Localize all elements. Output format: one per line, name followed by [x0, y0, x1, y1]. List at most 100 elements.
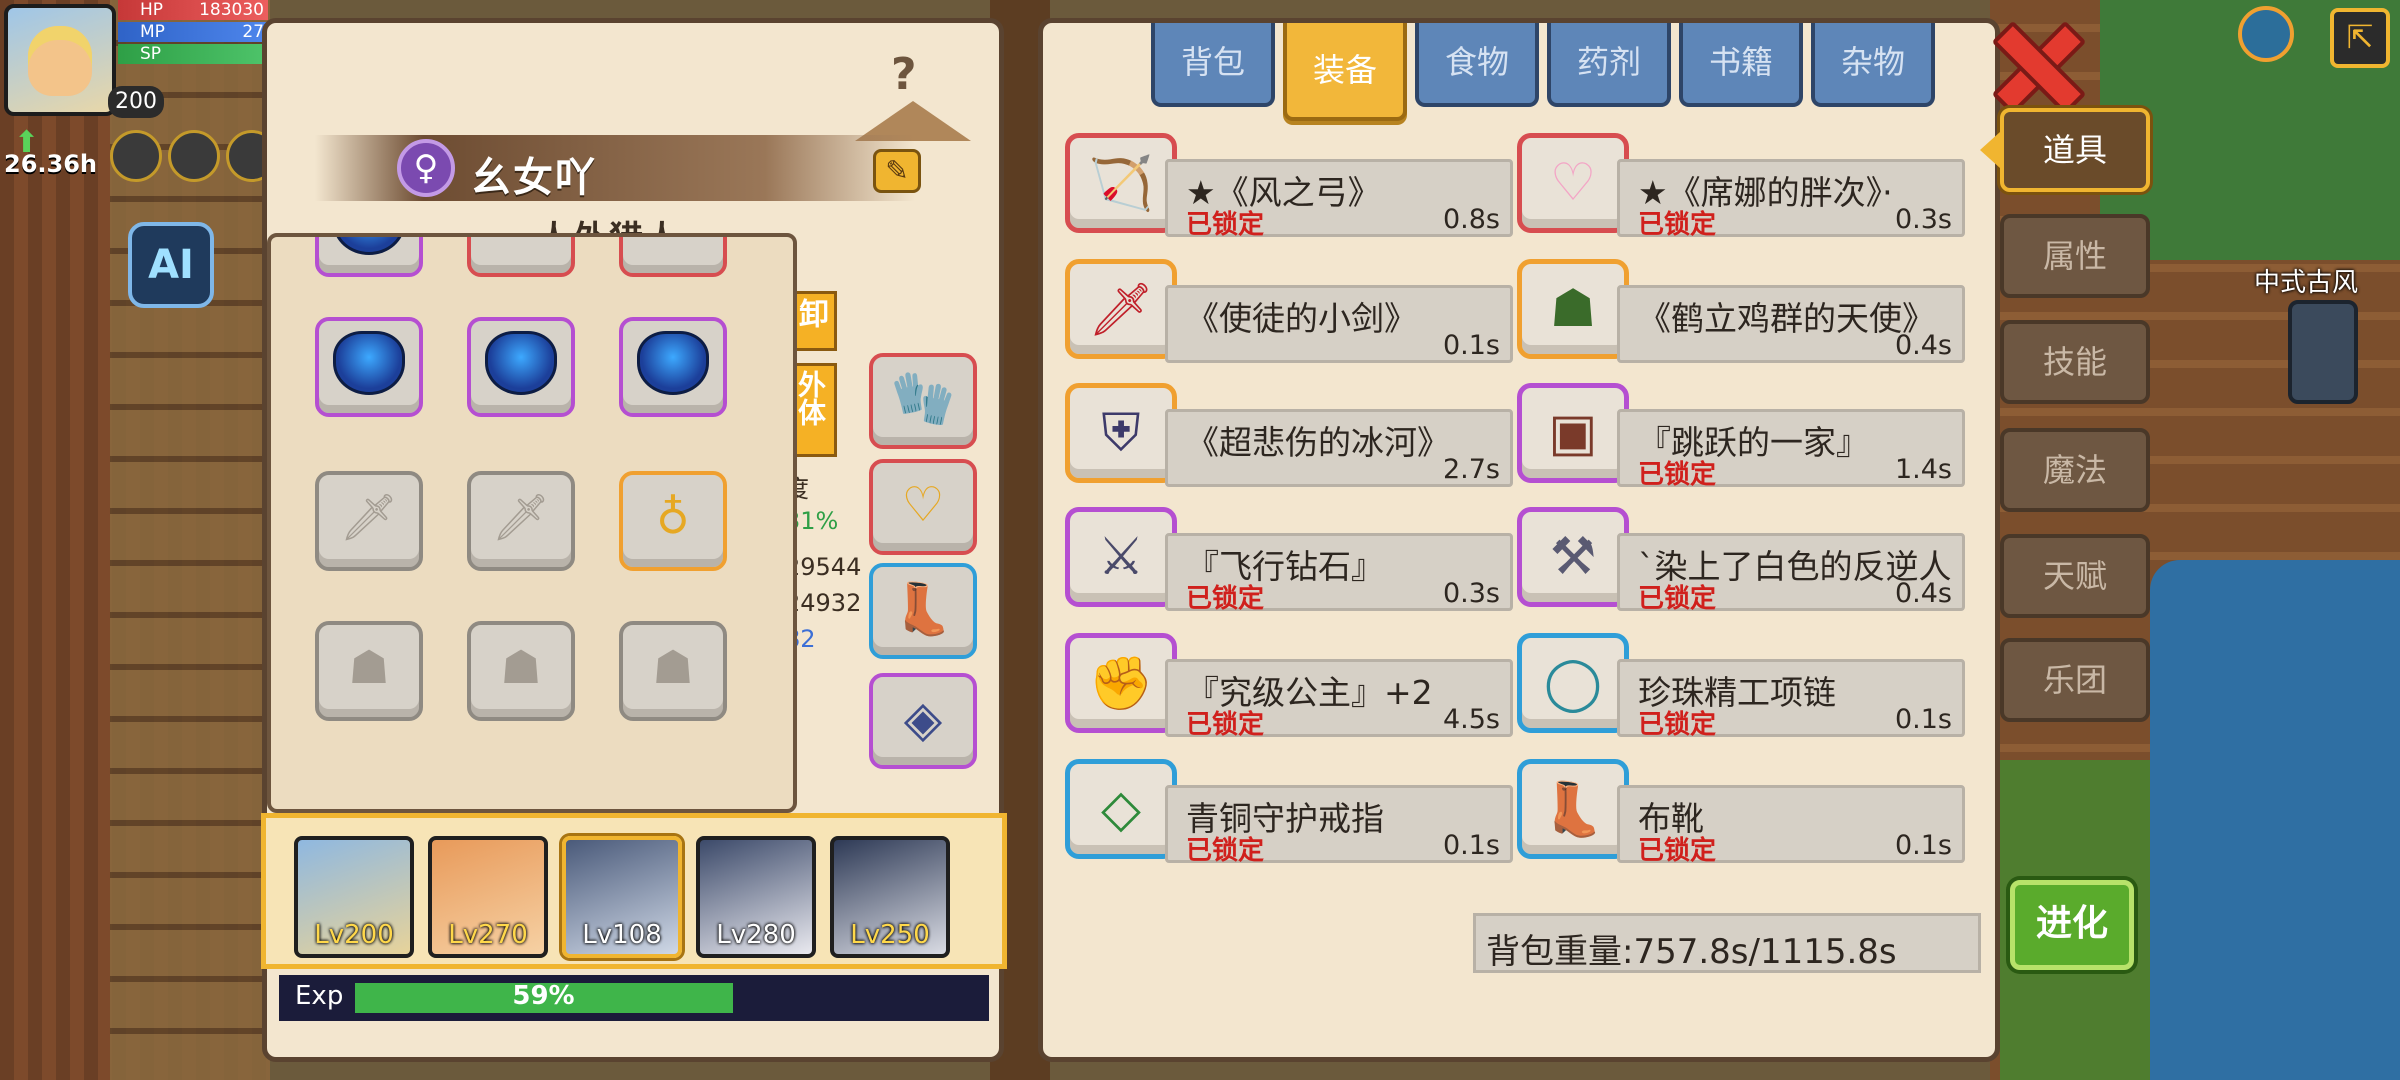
axe-icon: ⚒: [1517, 507, 1629, 607]
backpack-weight-text: 背包重量:757.8s/1115.8s: [1486, 932, 1897, 972]
helmet-icon: ☗: [1517, 259, 1629, 359]
item-plate: 《使徒的小剑》 0.1s: [1165, 285, 1513, 363]
armor-icon: [637, 237, 709, 255]
tab-potion[interactable]: 药剂: [1547, 23, 1671, 107]
list-item[interactable]: ♡ ★《席娜的胖次》· 已锁定 0.3s: [1517, 133, 1965, 249]
evolve-button[interactable]: 进化: [2010, 880, 2134, 970]
tab-books[interactable]: 书籍: [1679, 23, 1803, 107]
item-plate: 『跳跃的一家』 已锁定 1.4s: [1617, 409, 1965, 490]
spear-icon: ⚔: [1065, 507, 1177, 607]
armor-icon: [485, 237, 557, 255]
party-member-level: Lv200: [314, 920, 394, 950]
ring-icon: ◈: [903, 690, 943, 748]
shield-icon: [637, 331, 709, 395]
helmet-placeholder-icon: ☗: [500, 640, 542, 694]
player-stat-bars: HP 183030 MP 27 SP: [118, 0, 268, 66]
side-tab-magic[interactable]: 魔法: [2000, 428, 2150, 512]
party-member-1[interactable]: Lv200: [294, 836, 414, 958]
side-tab-band[interactable]: 乐团: [2000, 638, 2150, 722]
dagger-icon: 🗡: [1065, 259, 1177, 359]
inventory-item-list[interactable]: 🏹 ★《风之弓》 已锁定 0.8s ♡ ★《席娜的胖次》· 已锁定 0.3s 🗡…: [1065, 133, 1985, 913]
bow-icon: 🏹: [1065, 133, 1177, 233]
list-item[interactable]: ⚒ `染上了白色的反逆人 已锁定 0.4s: [1517, 507, 1965, 623]
shield-icon: [485, 331, 557, 395]
player-portrait[interactable]: [4, 4, 116, 116]
equip-slot[interactable]: [619, 317, 727, 417]
equip-slot[interactable]: [619, 237, 727, 277]
list-item[interactable]: 👢 布靴 已锁定 0.1s: [1517, 759, 1965, 875]
helmet-placeholder-icon: ☗: [348, 640, 390, 694]
camera-icon[interactable]: [168, 130, 220, 182]
equip-slot-amulet[interactable]: ♡: [869, 459, 977, 555]
side-tab-attributes[interactable]: 属性: [2000, 214, 2150, 298]
equip-slot[interactable]: [467, 237, 575, 277]
equip-slot-empty[interactable]: ☗: [619, 621, 727, 721]
water-area: [2150, 560, 2400, 1080]
item-weight: 0.8s: [1442, 204, 1500, 235]
item-weight: 0.1s: [1442, 830, 1500, 861]
item-weight: 1.4s: [1894, 454, 1952, 485]
equip-slot[interactable]: [315, 317, 423, 417]
item-locked-status: 已锁定: [1638, 710, 1717, 740]
phone-icon[interactable]: [2288, 300, 2358, 404]
equip-slot-empty[interactable]: ☗: [315, 621, 423, 721]
character-panel: ? ♀ 幺女吖 ✎ 人外猎人 卸 外体 度 31% 29544 24932 82…: [261, 18, 1007, 1062]
tab-misc[interactable]: 杂物: [1811, 23, 1935, 107]
item-locked-status: 已锁定: [1186, 584, 1265, 614]
hp-value: 183030: [199, 0, 264, 20]
party-member-5[interactable]: Lv250: [830, 836, 950, 958]
side-tab-talent[interactable]: 天赋: [2000, 534, 2150, 618]
party-member-2[interactable]: Lv270: [428, 836, 548, 958]
equip-slot-glove[interactable]: 🧤: [869, 353, 977, 449]
rename-edit-button[interactable]: ✎: [873, 149, 921, 193]
party-member-3[interactable]: Lv108: [562, 836, 682, 958]
side-tab-skills[interactable]: 技能: [2000, 320, 2150, 404]
gauntlet-icon: ✊: [1065, 633, 1177, 733]
equip-slot-empty[interactable]: 🗡: [315, 471, 423, 571]
tab-backpack[interactable]: 背包: [1151, 23, 1275, 107]
equip-slot[interactable]: [467, 317, 575, 417]
buff-icons: [110, 130, 278, 182]
list-item[interactable]: 🗡 《使徒的小剑》 0.1s: [1065, 259, 1513, 375]
item-locked-status: 已锁定: [1638, 584, 1717, 614]
buff-s-icon[interactable]: [110, 130, 162, 182]
equip-slot[interactable]: ♁: [619, 471, 727, 571]
glove-icon: 🧤: [890, 369, 956, 429]
boots-icon: 👢: [891, 580, 955, 638]
list-item[interactable]: 🏹 ★《风之弓》 已锁定 0.8s: [1065, 133, 1513, 249]
list-item[interactable]: ⛨ 《超悲伤的冰河》 2.7s: [1065, 383, 1513, 499]
party-member-4[interactable]: Lv280: [696, 836, 816, 958]
tab-equipment[interactable]: 装备: [1283, 23, 1407, 121]
equipment-grid[interactable]: 🗡 🗡 ♁ ☗ ☗ ☗: [267, 233, 797, 813]
expand-icon[interactable]: ⇱: [2330, 8, 2390, 68]
sp-label: SP: [140, 44, 162, 64]
character-name: 幺女吖: [471, 155, 597, 201]
armor-icon: ⛨: [1065, 383, 1177, 483]
list-item[interactable]: ⚔ 『飞行钻石』 已锁定 0.3s: [1065, 507, 1513, 623]
equip-slot-ring[interactable]: ◈: [869, 673, 977, 769]
equip-slot-boots[interactable]: 👢: [869, 563, 977, 659]
shield-icon: [333, 237, 405, 255]
close-icon[interactable]: [1990, 20, 2076, 106]
item-weight: 0.3s: [1442, 578, 1500, 609]
portrait-face: [28, 26, 92, 96]
list-item[interactable]: ◯ 珍珠精工项链 已锁定 0.1s: [1517, 633, 1965, 749]
item-plate: ★《风之弓》 已锁定 0.8s: [1165, 159, 1513, 240]
ai-chip-icon[interactable]: AI: [128, 222, 214, 308]
side-tab-items[interactable]: 道具: [1980, 108, 2150, 192]
list-item[interactable]: ▣ 『跳跃的一家』 已锁定 1.4s: [1517, 383, 1965, 499]
list-item[interactable]: ✊ 『究级公主』+2 已锁定 4.5s: [1065, 633, 1513, 749]
globe-icon[interactable]: [2238, 6, 2294, 62]
item-weight: 0.1s: [1442, 330, 1500, 361]
exp-percent: 59%: [512, 981, 575, 1011]
item-locked-status: 已锁定: [1186, 836, 1265, 866]
sword-placeholder-icon: 🗡: [491, 489, 551, 544]
equip-slot-empty[interactable]: 🗡: [467, 471, 575, 571]
equip-slot[interactable]: [315, 237, 423, 277]
tab-food[interactable]: 食物: [1415, 23, 1539, 107]
amulet-icon: ♡: [901, 477, 945, 533]
list-item[interactable]: ☗ 《鹤立鸡群的天使》 0.4s: [1517, 259, 1965, 375]
necklace-icon: ◯: [1517, 633, 1629, 733]
list-item[interactable]: ◇ 青铜守护戒指 已锁定 0.1s: [1065, 759, 1513, 875]
equip-slot-empty[interactable]: ☗: [467, 621, 575, 721]
